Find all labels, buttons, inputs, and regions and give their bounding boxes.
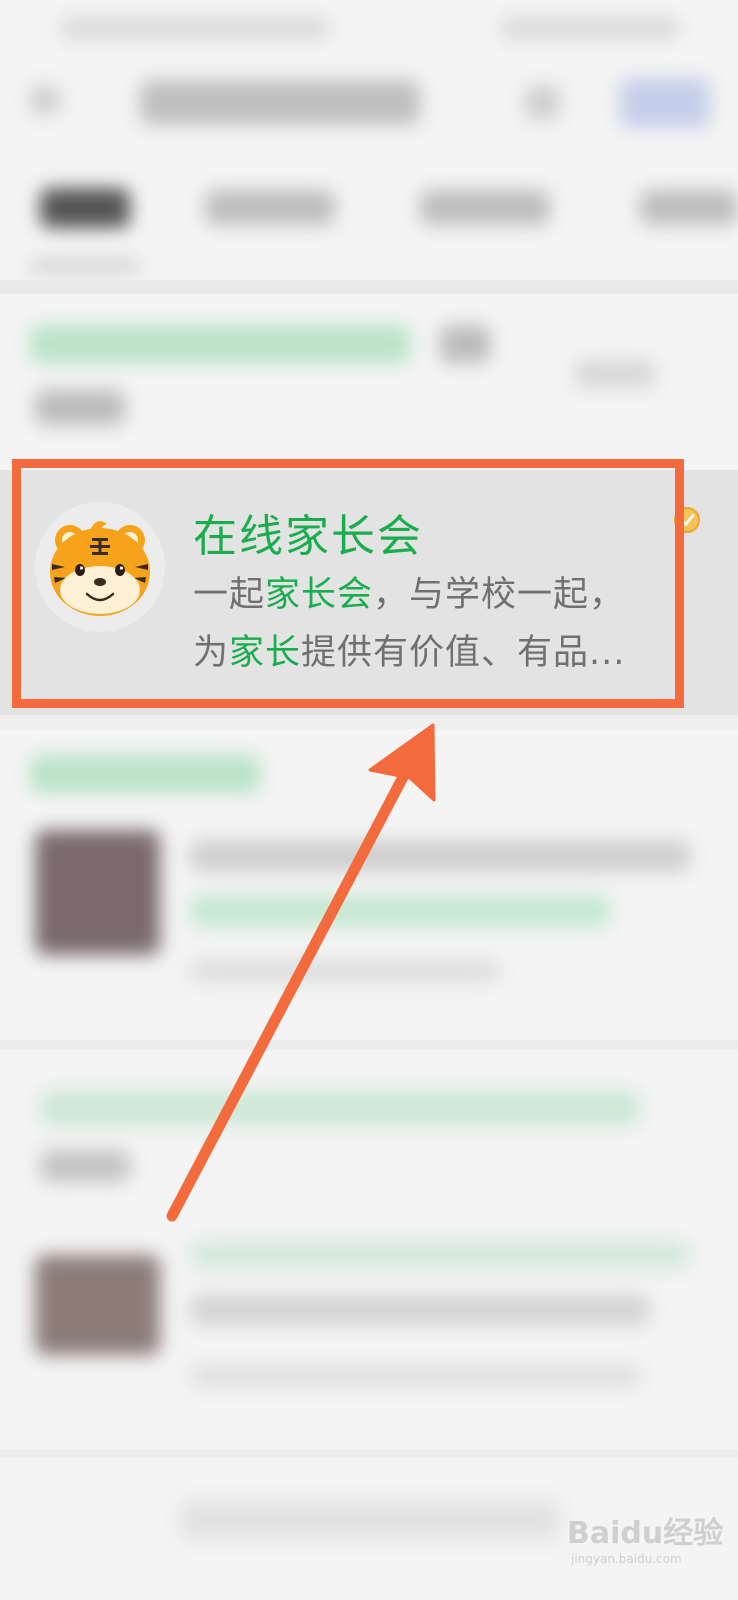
annotation-arrow bbox=[166, 723, 436, 1222]
watermark-site: jingyan.baidu.com bbox=[571, 1552, 682, 1566]
baidu-jingyan-watermark: Baidu经验 jingyan.baidu.com bbox=[567, 1508, 723, 1566]
watermark-brand: Baidu经验 bbox=[567, 1516, 724, 1551]
